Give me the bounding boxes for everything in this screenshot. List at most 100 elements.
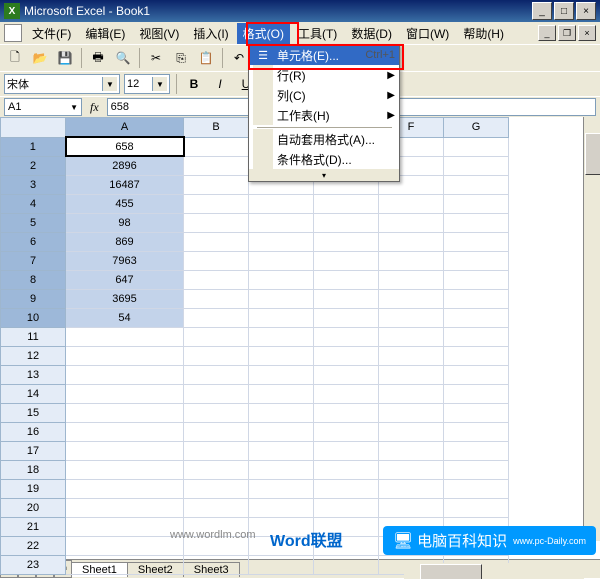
cell[interactable]: 54 [66,308,184,327]
cell[interactable] [444,422,509,441]
cell[interactable] [184,308,249,327]
row-header[interactable]: 6 [1,232,66,251]
cell[interactable] [444,213,509,232]
cell[interactable] [184,479,249,498]
font-name-combo[interactable]: 宋体▼ [4,74,120,94]
row-header[interactable]: 12 [1,346,66,365]
cell[interactable] [444,289,509,308]
cell[interactable] [314,555,379,574]
cell[interactable] [249,498,314,517]
menu-item-row[interactable]: 行(R) ▶ [249,65,399,85]
menu-tools[interactable]: 工具(T) [292,23,343,44]
cell[interactable] [314,308,379,327]
cell[interactable] [314,194,379,213]
column-header[interactable]: A [66,118,184,138]
row-header[interactable]: 21 [1,517,66,536]
font-size-combo[interactable]: 12▼ [124,74,170,94]
row-header[interactable]: 9 [1,289,66,308]
cell[interactable] [314,270,379,289]
row-header[interactable]: 10 [1,308,66,327]
row-header[interactable]: 2 [1,156,66,175]
cell[interactable] [314,441,379,460]
cell[interactable] [184,213,249,232]
cell[interactable] [249,441,314,460]
cell[interactable] [444,156,509,175]
paste-button[interactable]: 📋 [195,47,217,69]
row-header[interactable]: 3 [1,175,66,194]
menu-data[interactable]: 数据(D) [345,23,398,44]
cell[interactable] [379,289,444,308]
cell[interactable] [66,460,184,479]
cell[interactable] [184,498,249,517]
cell[interactable] [184,460,249,479]
fx-icon[interactable]: fx [90,100,99,115]
name-box[interactable]: A1 ▼ [4,98,82,116]
open-button[interactable]: 📂 [29,47,51,69]
cell[interactable] [184,175,249,194]
cell[interactable] [314,289,379,308]
scrollbar-thumb[interactable] [420,564,482,579]
cell[interactable] [184,194,249,213]
cell[interactable] [314,384,379,403]
cell[interactable] [184,365,249,384]
column-header[interactable]: B [184,118,249,138]
cell[interactable] [66,536,184,555]
cell[interactable] [66,498,184,517]
cell[interactable] [184,327,249,346]
cell[interactable] [249,384,314,403]
cell[interactable] [379,232,444,251]
column-header[interactable]: G [444,118,509,138]
cell[interactable] [66,422,184,441]
cell[interactable] [314,422,379,441]
cell[interactable] [444,327,509,346]
cell[interactable]: 16487 [66,175,184,194]
select-all-cell[interactable] [1,118,66,138]
cell[interactable] [444,460,509,479]
cell[interactable] [66,479,184,498]
cell[interactable] [379,479,444,498]
row-header[interactable]: 5 [1,213,66,232]
row-header[interactable]: 8 [1,270,66,289]
cell[interactable] [379,251,444,270]
row-header[interactable]: 22 [1,536,66,555]
menu-item-sheet[interactable]: 工作表(H) ▶ [249,105,399,125]
cell[interactable] [184,403,249,422]
bold-button[interactable]: B [183,73,205,95]
row-header[interactable]: 13 [1,365,66,384]
cell[interactable] [379,270,444,289]
cell[interactable] [314,346,379,365]
copy-button[interactable]: ⎘ [170,47,192,69]
menu-file[interactable]: 文件(F) [26,23,77,44]
cut-button[interactable]: ✂ [145,47,167,69]
cell[interactable] [314,251,379,270]
row-header[interactable]: 14 [1,384,66,403]
cell[interactable] [249,422,314,441]
cell[interactable] [249,479,314,498]
cell[interactable] [249,194,314,213]
row-header[interactable]: 15 [1,403,66,422]
doc-minimize-button[interactable]: _ [538,25,556,41]
menu-item-conditional-format[interactable]: 条件格式(D)... [249,149,399,169]
cell[interactable] [379,384,444,403]
cell[interactable] [444,270,509,289]
menu-window[interactable]: 窗口(W) [400,23,455,44]
cell[interactable] [444,194,509,213]
cell[interactable] [379,460,444,479]
cell[interactable] [249,308,314,327]
menu-expand-button[interactable]: ▾ [249,169,399,181]
cell[interactable]: 658 [66,137,184,156]
cell[interactable]: 647 [66,270,184,289]
cell[interactable] [379,327,444,346]
cell[interactable] [66,441,184,460]
cell[interactable] [379,213,444,232]
cell[interactable]: 7963 [66,251,184,270]
cell[interactable] [444,251,509,270]
menu-insert[interactable]: 插入(I) [187,23,234,44]
cell[interactable] [379,346,444,365]
cell[interactable] [249,327,314,346]
row-header[interactable]: 19 [1,479,66,498]
cell[interactable] [184,251,249,270]
menu-item-autoformat[interactable]: 自动套用格式(A)... [249,129,399,149]
cell[interactable] [184,137,249,156]
cell[interactable] [184,555,249,574]
